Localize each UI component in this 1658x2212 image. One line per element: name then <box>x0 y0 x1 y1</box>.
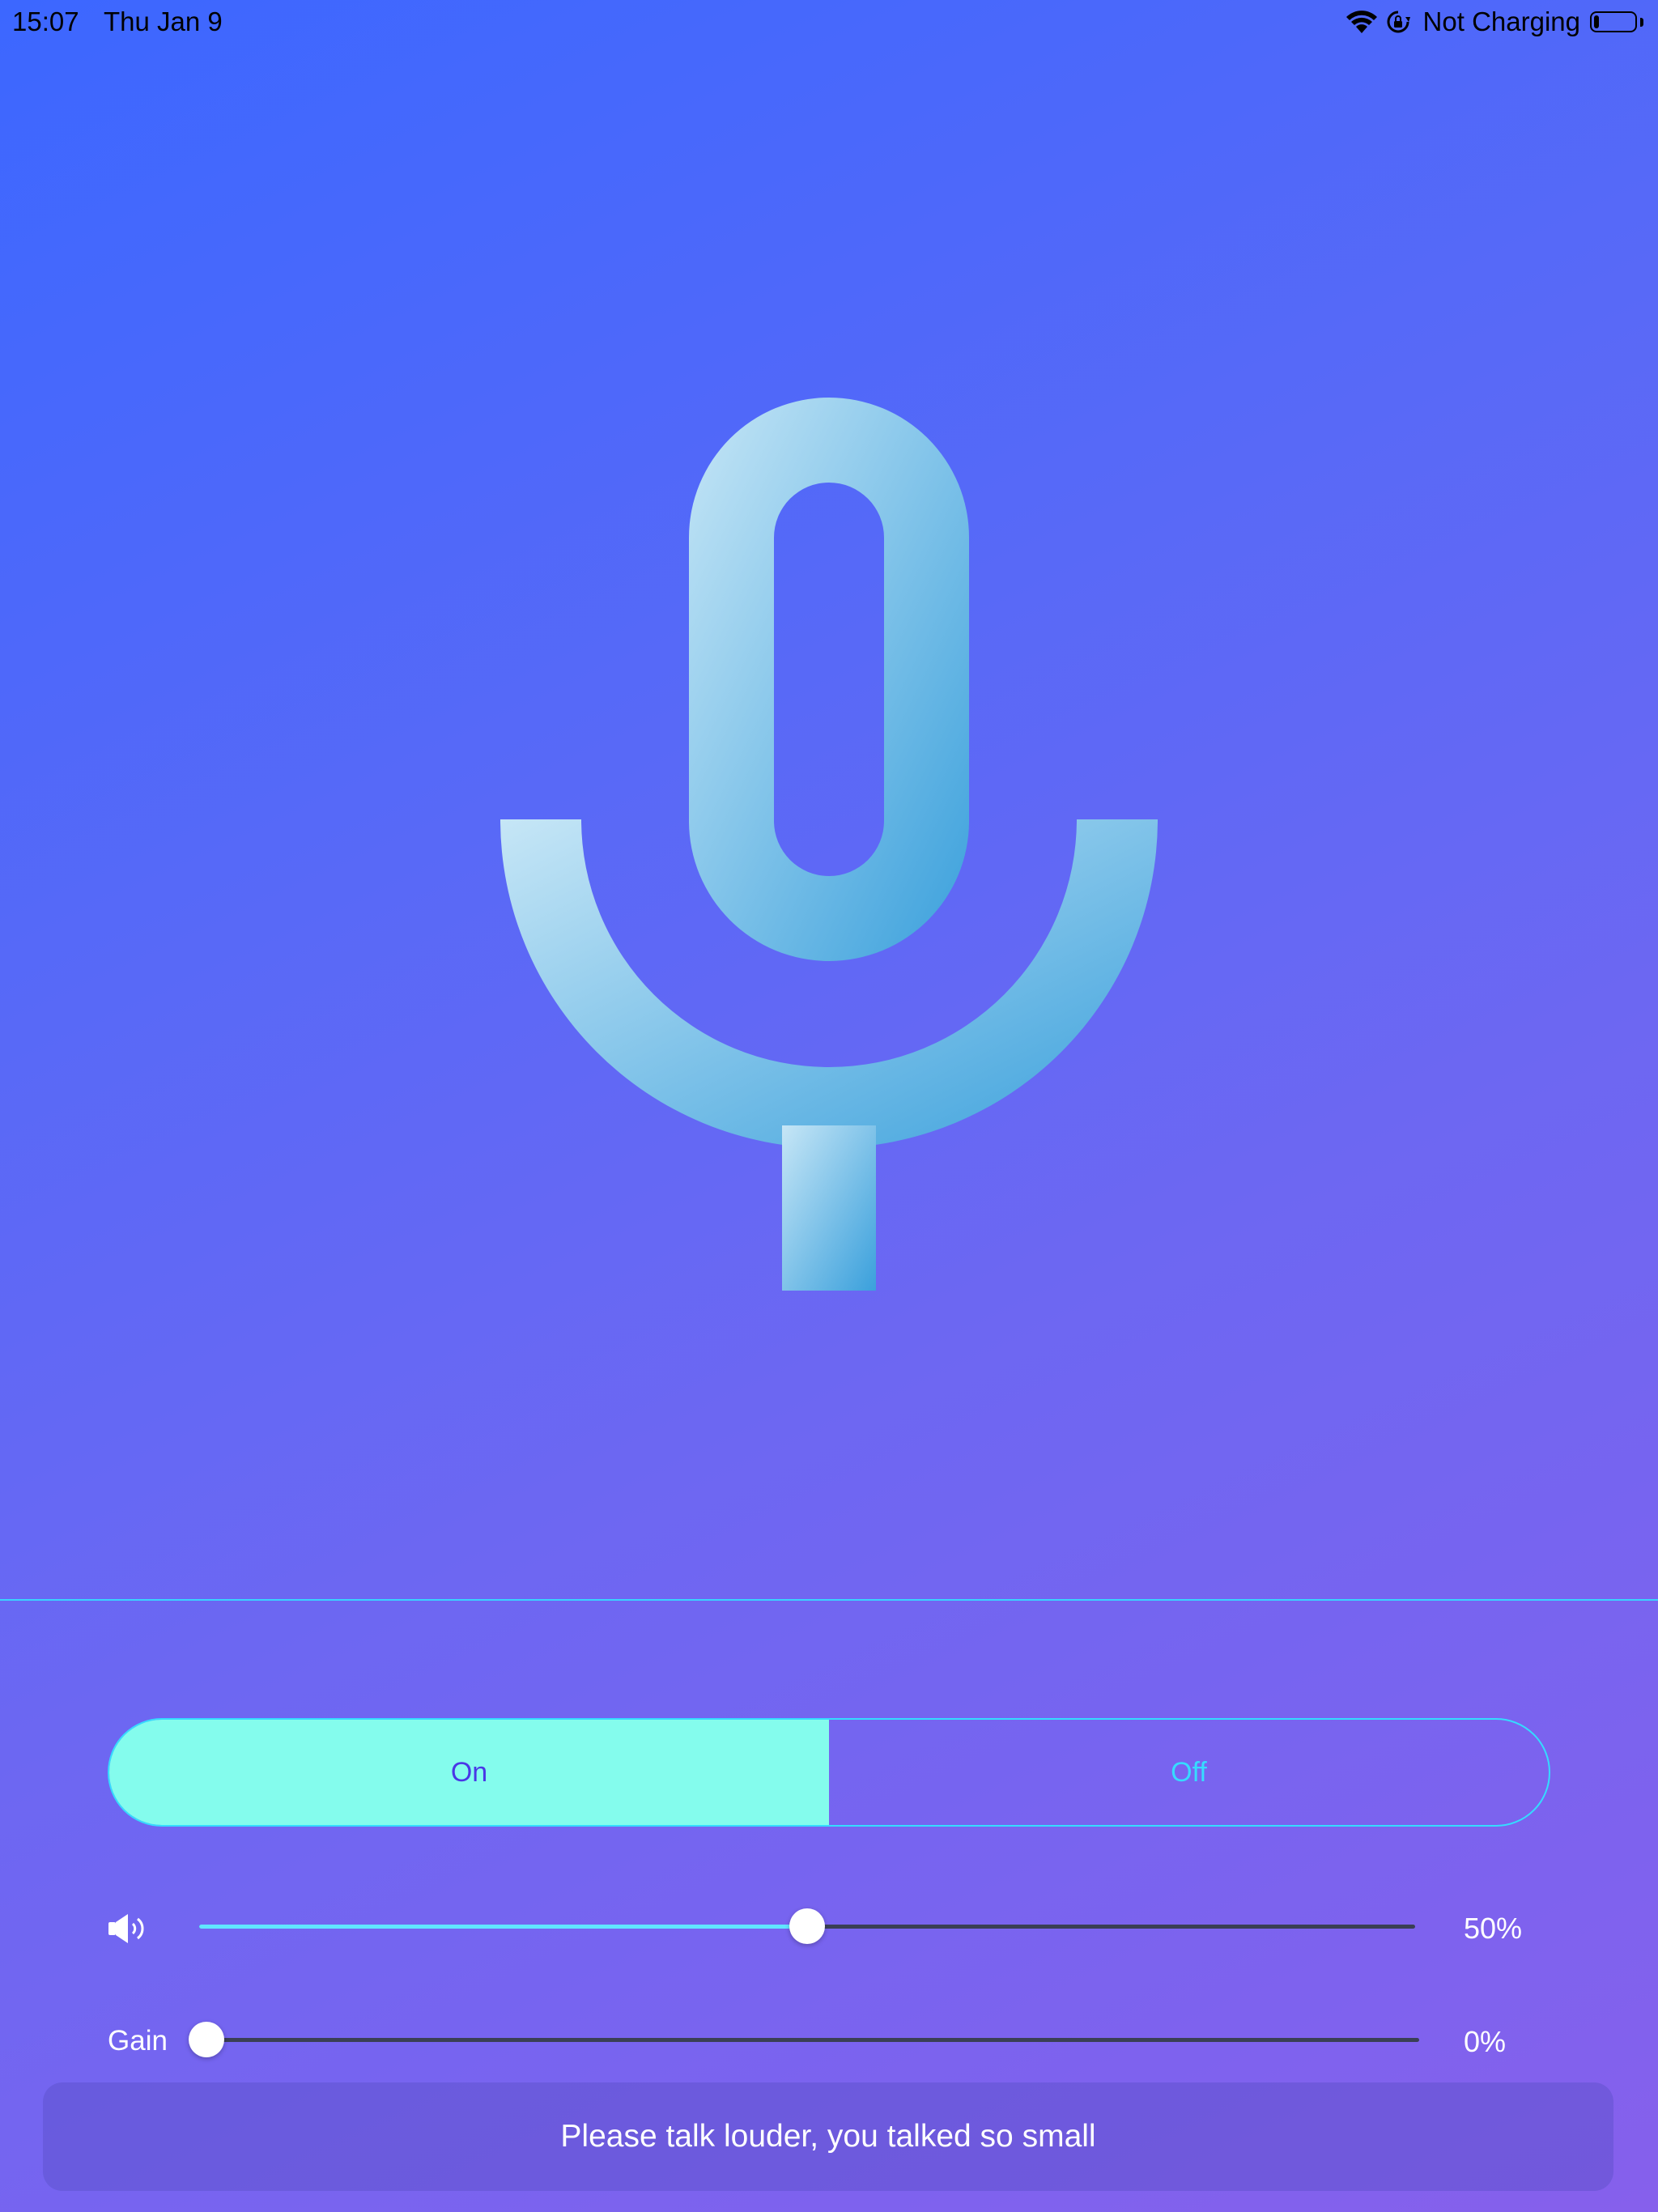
toggle-on-option[interactable]: On <box>109 1720 829 1825</box>
orientation-lock-icon <box>1387 11 1410 33</box>
gain-slider[interactable] <box>189 2022 1419 2057</box>
volume-slider-thumb[interactable] <box>789 1908 825 1944</box>
volume-slider-row: 50% <box>0 1899 1658 1955</box>
battery-tip <box>1640 17 1643 27</box>
volume-value: 50% <box>1464 1912 1523 1945</box>
toggle-off-option[interactable]: Off <box>829 1720 1549 1825</box>
section-divider <box>0 1599 1658 1601</box>
volume-slider-fill <box>199 1925 807 1929</box>
volume-slider[interactable] <box>199 1908 1415 1944</box>
status-bar: 15:07 Thu Jan 9 Not Charging <box>0 0 1658 44</box>
battery-icon <box>1590 11 1637 32</box>
on-off-toggle[interactable]: On Off <box>108 1718 1550 1827</box>
feedback-toast: Please talk louder, you talked so small <box>43 2082 1613 2191</box>
charging-status: Not Charging <box>1422 6 1580 36</box>
gain-slider-row: Gain 0% <box>0 2012 1658 2069</box>
status-indicators: Not Charging <box>1346 5 1643 39</box>
wifi-icon <box>1346 11 1377 33</box>
speaker-icon <box>108 1914 144 1943</box>
microphone-icon <box>500 398 1158 1291</box>
toast-message: Please talk louder, you talked so small <box>560 2119 1096 2154</box>
gain-slider-thumb[interactable] <box>189 2022 224 2057</box>
status-date: Thu Jan 9 <box>104 6 223 36</box>
battery-level <box>1594 15 1599 28</box>
gain-label: Gain <box>108 2025 168 2057</box>
status-time: 15:07 <box>12 6 79 36</box>
gain-value: 0% <box>1464 2025 1507 2058</box>
